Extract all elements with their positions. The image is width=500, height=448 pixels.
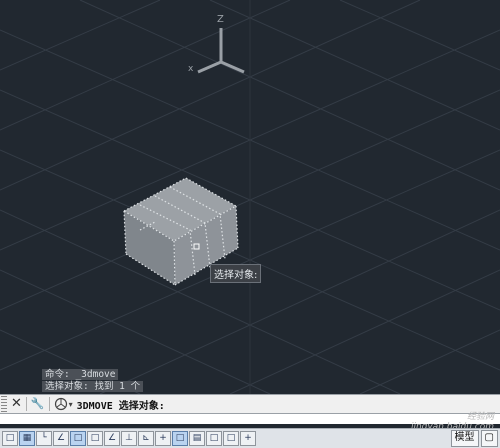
isodraft-toggle[interactable]: □ — [70, 431, 86, 446]
model-viewport[interactable]: Z x 选择对象: 命令: _3dmove 选择对象: 找到 1 个 — [0, 0, 500, 394]
quick-properties-toggle[interactable]: □ — [206, 431, 222, 446]
dynamic-input-toggle[interactable]: + — [155, 431, 171, 446]
command-line[interactable]: ✕ 🔧 ▾ 3DMOVE 选择对象: — [0, 394, 500, 414]
watermark-line: 经验网 — [466, 412, 494, 422]
polar-tracking-toggle[interactable]: ∠ — [53, 431, 69, 446]
selection-tooltip: 选择对象: — [210, 264, 262, 283]
status-bar: □ ▦ └ ∠ □ □ ∠ ⊥ ⊾ + □ ▤ □ □ + 模型 ▢ — [0, 428, 500, 448]
grid — [0, 0, 500, 394]
ucs-z-label: Z — [217, 14, 224, 25]
lineweight-toggle[interactable]: □ — [172, 431, 188, 446]
model-tab[interactable]: 模型 — [450, 430, 479, 447]
divider — [48, 397, 50, 411]
svg-text:x: x — [188, 64, 194, 74]
viewport-canvas[interactable]: Z x — [0, 0, 500, 394]
dynamic-ucs-toggle[interactable]: ⊾ — [138, 431, 154, 446]
command-prompt-input[interactable]: 3DMOVE 选择对象: — [77, 397, 165, 412]
selection-cycling-toggle[interactable]: □ — [223, 431, 239, 446]
wrench-icon[interactable]: 🔧 — [27, 396, 49, 412]
osnap-tracking-toggle[interactable]: □ — [87, 431, 103, 446]
close-icon[interactable]: ✕ — [7, 396, 26, 412]
history-line: 命令: _3dmove — [42, 369, 119, 380]
osnap-3d-toggle[interactable]: ⊥ — [121, 431, 137, 446]
transparency-toggle[interactable]: ▤ — [189, 431, 205, 446]
gizmo-toggle[interactable]: + — [240, 431, 256, 446]
osnap-2d-toggle[interactable]: ∠ — [104, 431, 120, 446]
snap-mode-toggle[interactable]: ▦ — [19, 431, 35, 446]
grid-display-toggle[interactable]: □ — [2, 431, 18, 446]
history-line: 选择对象: 找到 1 个 — [42, 381, 144, 392]
ortho-mode-toggle[interactable]: └ — [36, 431, 52, 446]
command-history: 命令: _3dmove 选择对象: 找到 1 个 — [42, 369, 144, 393]
ucs-icon: Z x — [188, 14, 245, 74]
layout-tab[interactable]: ▢ — [480, 430, 498, 447]
recent-commands-icon[interactable]: ▾ — [54, 397, 73, 411]
